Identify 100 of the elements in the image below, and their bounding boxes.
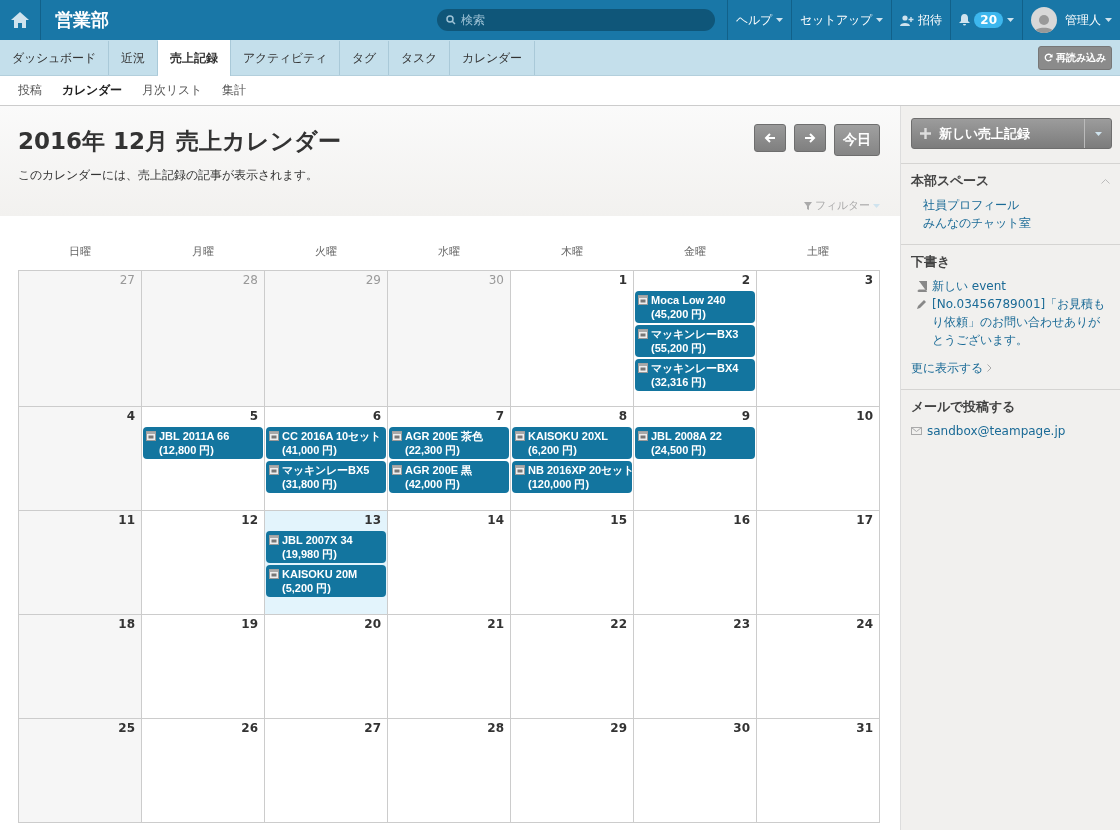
day-number: 27 — [364, 721, 381, 735]
email-address-link[interactable]: sandbox@teampage.jp — [927, 422, 1110, 440]
day-cell[interactable]: 26 — [142, 719, 265, 823]
day-number: 29 — [610, 721, 627, 735]
calendar-event[interactable]: AGR 200E 茶色 (22,300 円) — [389, 427, 509, 459]
caret-icon — [1105, 18, 1112, 22]
sub-nav-link[interactable]: 集計 — [212, 82, 256, 99]
sub-nav-link[interactable]: 投稿 — [8, 82, 52, 99]
day-cell[interactable]: 30 — [634, 719, 757, 823]
space-link[interactable]: みんなのチャット室 — [923, 216, 1031, 230]
calendar-icon — [269, 431, 279, 441]
pencil-icon — [917, 299, 927, 309]
day-cell[interactable]: 6 CC 2016A 10セット (41,000 円) マッキンレーBX5 (31,800 円) — [265, 407, 388, 511]
envelope-icon — [911, 427, 922, 435]
day-cell[interactable]: 14 — [388, 511, 511, 615]
day-number: 25 — [118, 721, 135, 735]
show-more-link[interactable]: 更に表示する — [911, 359, 983, 377]
chevron-right-icon — [987, 364, 992, 372]
calendar-event[interactable]: AGR 200E 黒 (42,000 円) — [389, 461, 509, 493]
day-number: 15 — [610, 513, 627, 527]
day-cell[interactable]: 2 Moca Low 240 (45,200 円) マッキンレーBX3 (55,200 円) マッキンレーBX4 (32,316 円) — [634, 271, 757, 407]
day-cell[interactable]: 24 — [757, 615, 880, 719]
day-cell[interactable]: 13 JBL 2007X 34 (19,980 円) KAISOKU 20M (5,200 円) — [265, 511, 388, 615]
day-cell[interactable]: 21 — [388, 615, 511, 719]
calendar-event[interactable]: JBL 2008A 22 (24,500 円) — [635, 427, 755, 459]
calendar-event[interactable]: マッキンレーBX3 (55,200 円) — [635, 325, 755, 357]
day-cell[interactable]: 28 — [388, 719, 511, 823]
day-number: 28 — [242, 273, 258, 287]
calendar-event[interactable]: KAISOKU 20M (5,200 円) — [266, 565, 386, 597]
day-number: 30 — [733, 721, 750, 735]
left-arrow-icon — [764, 132, 776, 144]
day-cell[interactable]: 22 — [511, 615, 634, 719]
calendar-event[interactable]: CC 2016A 10セット (41,000 円) — [266, 427, 386, 459]
weekday-label: 日曜 — [67, 244, 92, 260]
sub-nav-link[interactable]: カレンダー — [52, 82, 132, 99]
day-cell[interactable]: 27 — [265, 719, 388, 823]
calendar-event[interactable]: NB 2016XP 20セット (120,000 円) — [512, 461, 632, 493]
day-number: 9 — [741, 409, 750, 423]
day-number: 23 — [733, 617, 750, 631]
draft-link[interactable]: 新しい event — [932, 277, 1110, 295]
calendar-event[interactable]: Moca Low 240 (45,200 円) — [635, 291, 755, 323]
day-cell[interactable]: 11 — [19, 511, 142, 615]
section-title: メールで投稿する — [911, 398, 1015, 416]
day-cell[interactable]: 29 — [511, 719, 634, 823]
right-arrow-icon — [804, 132, 816, 144]
day-number: 20 — [364, 617, 381, 631]
calendar-icon — [392, 431, 402, 441]
day-cell[interactable]: 31 — [757, 719, 880, 823]
calendar-event[interactable]: マッキンレーBX4 (32,316 円) — [635, 359, 755, 391]
day-cell[interactable]: 23 — [634, 615, 757, 719]
day-number: 14 — [487, 513, 504, 527]
day-cell[interactable]: 20 — [265, 615, 388, 719]
day-cell[interactable]: 3 — [757, 271, 880, 407]
day-cell[interactable]: 9 JBL 2008A 22 (24,500 円) — [634, 407, 757, 511]
day-cell[interactable]: 1 — [511, 271, 634, 407]
day-number: 3 — [864, 273, 873, 287]
search-field[interactable]: 検索 — [437, 9, 716, 31]
calendar-event[interactable]: KAISOKU 20XL (6,200 円) — [512, 427, 632, 459]
day-cell[interactable]: 8 KAISOKU 20XL (6,200 円) NB 2016XP 20セット (120,000 円) — [511, 407, 634, 511]
calendar-icon — [146, 431, 156, 441]
day-number: 31 — [856, 721, 873, 735]
weekday-label: 月曜 — [190, 244, 215, 260]
calendar-icon — [638, 329, 648, 339]
day-cell[interactable]: 19 — [142, 615, 265, 719]
nav-tab[interactable]: 売上記録 — [158, 40, 231, 76]
day-number: 18 — [118, 617, 135, 631]
day-number: 13 — [364, 513, 381, 527]
day-cell[interactable]: 16 — [634, 511, 757, 615]
calendar-icon — [638, 295, 648, 305]
day-cell[interactable]: 25 — [19, 719, 142, 823]
refresh-icon — [1044, 53, 1053, 62]
calendar-description: このカレンダーには、売上記録の記事が表示されます。 — [18, 167, 319, 184]
filter-icon — [804, 201, 812, 210]
calendar-event[interactable]: JBL 2011A 66 (12,800 円) — [143, 427, 263, 459]
calendar-icon — [269, 465, 279, 475]
day-number: 10 — [856, 409, 873, 423]
day-number: 11 — [118, 513, 135, 527]
calendar-event[interactable]: JBL 2007X 34 (19,980 円) — [266, 531, 386, 563]
calendar-icon — [638, 431, 648, 441]
day-number: 4 — [126, 409, 135, 423]
plus-icon — [920, 128, 931, 139]
day-cell[interactable]: 7 AGR 200E 茶色 (22,300 円) AGR 200E 黒 (42,000 円) — [388, 407, 511, 511]
space-link[interactable]: 社員プロフィール — [923, 198, 1019, 212]
day-number: 26 — [241, 721, 258, 735]
day-number: 19 — [241, 617, 258, 631]
calendar-event[interactable]: マッキンレーBX5 (31,800 円) — [266, 461, 386, 493]
draft-link[interactable]: [No.03456789001]「お見積もり依頼」のお問い合わせありがとうございます。 — [932, 295, 1110, 349]
day-cell[interactable]: 17 — [757, 511, 880, 615]
day-cell[interactable]: 5 JBL 2011A 66 (12,800 円) — [142, 407, 265, 511]
app-title: 営業部 — [55, 9, 109, 30]
day-cell[interactable]: 18 — [19, 615, 142, 719]
day-cell[interactable]: 12 — [142, 511, 265, 615]
day-cell[interactable]: 15 — [511, 511, 634, 615]
day-cell[interactable]: 10 — [757, 407, 880, 511]
section-title: 本部スペース — [911, 172, 989, 190]
next-button[interactable] — [794, 124, 826, 152]
previous-button[interactable] — [754, 124, 786, 152]
day-cell[interactable]: 4 — [19, 407, 142, 511]
sub-nav-link[interactable]: 月次リスト — [132, 82, 212, 99]
add-person-icon — [900, 14, 915, 26]
